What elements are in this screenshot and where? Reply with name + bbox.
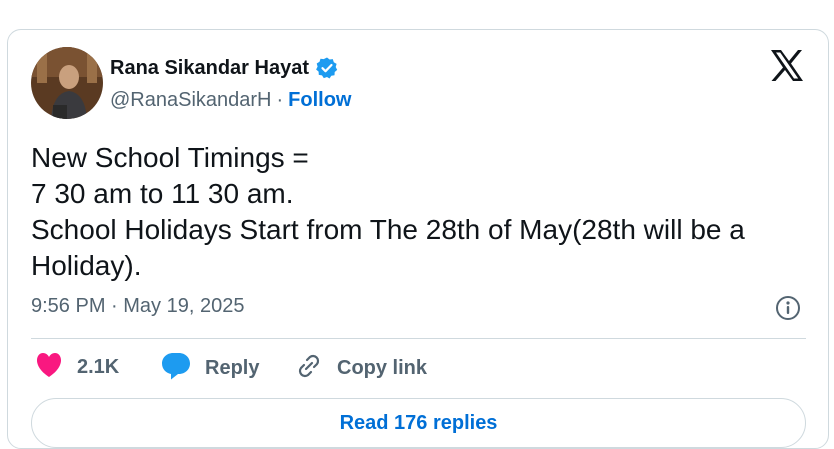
avatar[interactable] [31, 47, 103, 119]
tweet-timestamp[interactable]: 9:56 PM · May 19, 2025 [31, 295, 244, 318]
handle-separator: · [276, 89, 284, 111]
like-button[interactable]: 2.1K [35, 352, 119, 383]
like-count: 2.1K [77, 356, 120, 378]
tweet-line: 7 30 am to 11 30 am. [31, 178, 294, 209]
reply-button[interactable]: Reply [161, 352, 259, 385]
reply-label: Reply [205, 357, 260, 379]
follow-button[interactable]: Follow [288, 89, 351, 112]
tweet-line: New School Timings = [31, 142, 309, 173]
reply-bubble-icon [161, 352, 191, 385]
copy-link-button[interactable]: Copy link [295, 352, 427, 385]
info-icon[interactable] [775, 295, 801, 321]
tweet-line: Holiday). [31, 250, 142, 281]
heart-icon [35, 352, 63, 383]
link-icon [295, 352, 323, 385]
verified-badge-icon [315, 56, 339, 80]
divider [31, 338, 806, 339]
read-replies-button[interactable]: Read 176 replies [31, 398, 806, 448]
copy-link-label: Copy link [337, 357, 428, 379]
x-logo-icon[interactable] [770, 50, 804, 81]
tweet-text: New School Timings = 7 30 am to 11 30 am… [31, 140, 811, 284]
tweet-line: School Holidays Start from The 28th of M… [31, 214, 745, 245]
author-handle[interactable]: @RanaSikandarH [110, 89, 272, 112]
author-name[interactable]: Rana Sikandar Hayat [110, 57, 309, 80]
